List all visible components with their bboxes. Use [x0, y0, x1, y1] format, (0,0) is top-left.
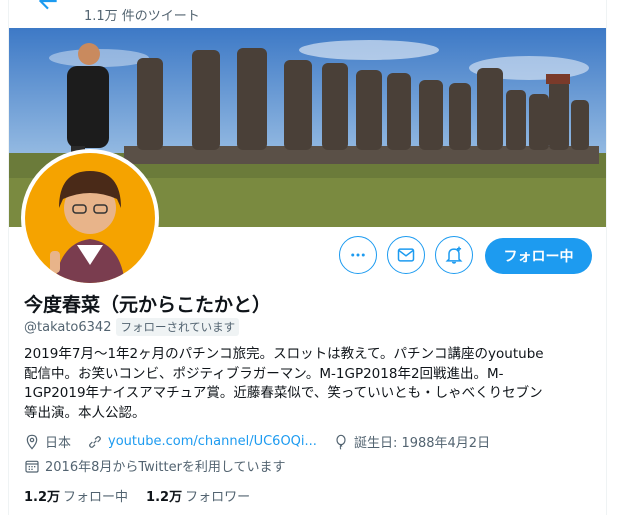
- birthday-text: 誕生日: 1988年4月2日: [353, 436, 491, 451]
- profile-header-bar: 1.1万 件のツイート: [9, 0, 606, 28]
- arrow-left-icon[interactable]: [35, 0, 61, 14]
- calendar-icon: [25, 460, 39, 473]
- profile-meta-row: 日本 youtube.com/channel/UC6OQi... 誕生日: 19…: [24, 432, 506, 451]
- handle-row: @takato6342 フォローされています: [24, 318, 240, 336]
- following-count: 1.2万: [24, 490, 61, 505]
- location: 日本: [24, 432, 71, 451]
- envelope-icon: [397, 248, 415, 262]
- avatar-image: [25, 153, 155, 283]
- bell-plus-icon: [445, 246, 463, 264]
- balloon-icon: [336, 434, 346, 450]
- notify-button[interactable]: [435, 236, 473, 274]
- following-stat[interactable]: 1.2万 フォロー中: [24, 486, 128, 505]
- profile-column: 1.1万 件のツイート フォロー中 今度春菜（元からこたかと） @takato6…: [8, 0, 607, 515]
- profile-bio: 2019年7月～1年2ヶ月のパチンコ旅完。スロットは教えて。パチンコ講座のyou…: [24, 346, 544, 421]
- tweet-count: 1.1万 件のツイート: [84, 9, 200, 24]
- follows-you-badge: フォローされています: [116, 318, 240, 336]
- joined: 2016年8月からTwitterを利用しています: [24, 456, 286, 475]
- more-button[interactable]: [339, 236, 377, 274]
- following-label: フォロー中: [63, 490, 129, 505]
- birthday: 誕生日: 1988年4月2日: [333, 432, 490, 451]
- location-pin-icon: [26, 434, 38, 450]
- profile-avatar[interactable]: [21, 149, 159, 287]
- website[interactable]: youtube.com/channel/UC6OQi...: [87, 434, 317, 450]
- following-button[interactable]: フォロー中: [485, 238, 592, 274]
- link-icon: [89, 435, 101, 448]
- followers-count: 1.2万: [146, 490, 183, 505]
- followers-stat[interactable]: 1.2万 フォロワー: [146, 486, 250, 505]
- joined-row: 2016年8月からTwitterを利用しています: [24, 456, 302, 475]
- profile-handle: @takato6342: [24, 319, 112, 335]
- website-link[interactable]: youtube.com/channel/UC6OQi...: [108, 434, 317, 449]
- profile-name: 今度春菜（元からこたかと）: [24, 294, 272, 316]
- message-button[interactable]: [387, 236, 425, 274]
- follow-stats: 1.2万 フォロー中 1.2万 フォロワー: [24, 486, 250, 505]
- location-text: 日本: [45, 436, 72, 451]
- joined-text: 2016年8月からTwitterを利用しています: [45, 460, 286, 475]
- followers-label: フォロワー: [185, 490, 251, 505]
- avatar: [25, 153, 155, 283]
- more-dots-icon: [351, 253, 365, 257]
